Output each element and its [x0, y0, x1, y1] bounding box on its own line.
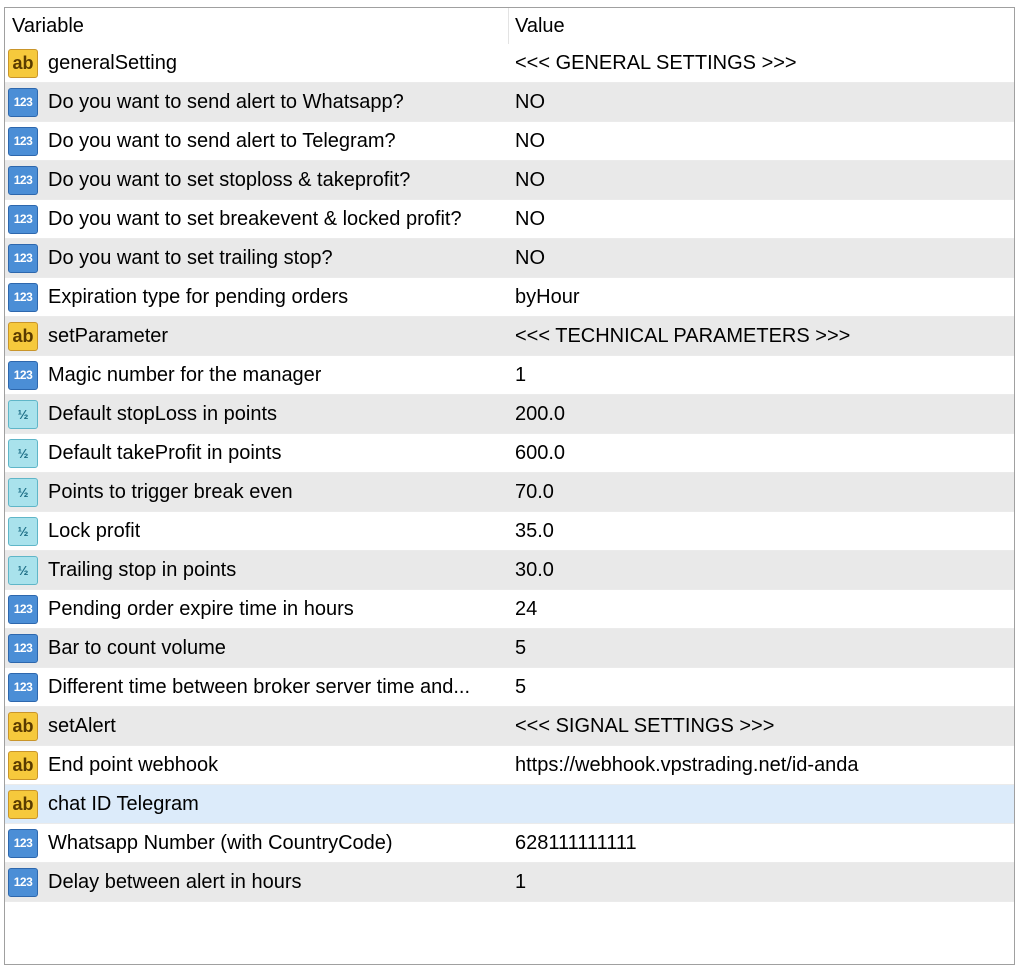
table-row[interactable]: 123 Expiration type for pending orders byH… [5, 278, 1014, 317]
variable-value[interactable]: 5 [515, 668, 526, 706]
table-row[interactable]: 123 Pending order expire time in hours 24 [5, 590, 1014, 629]
variable-name: Default takeProfit in points [48, 442, 282, 464]
variable-name: Bar to count volume [48, 637, 226, 659]
variable-value[interactable]: 1 [515, 356, 526, 394]
variable-value[interactable]: 628111111111 [515, 824, 637, 862]
double-type-icon: ½ [8, 439, 38, 468]
variable-name: Whatsapp Number (with CountryCode) [48, 832, 393, 854]
table-row[interactable]: 123 Magic number for the manager 1 [5, 356, 1014, 395]
variable-value[interactable]: 70.0 [515, 473, 554, 511]
integer-type-icon: 123 [8, 361, 38, 390]
table-row[interactable]: 123 Do you want to set trailing stop? NO [5, 239, 1014, 278]
string-type-icon: ab [8, 790, 38, 819]
string-type-icon: ab [8, 49, 38, 78]
integer-type-icon: 123 [8, 595, 38, 624]
grid-header: Variable Value [5, 8, 1014, 44]
variable-value[interactable]: NO [515, 83, 545, 121]
double-type-icon: ½ [8, 556, 38, 585]
variable-value[interactable]: 24 [515, 590, 537, 628]
integer-type-icon: 123 [8, 166, 38, 195]
variable-name: Expiration type for pending orders [48, 286, 349, 308]
variable-value[interactable]: 200.0 [515, 395, 565, 433]
variable-name: Lock profit [48, 520, 141, 542]
variable-name: Do you want to set trailing stop? [48, 247, 333, 269]
variable-name: setParameter [48, 325, 169, 347]
integer-type-icon: 123 [8, 283, 38, 312]
variable-name: Do you want to set stoploss & takeprofit… [48, 169, 411, 191]
variable-name: Default stopLoss in points [48, 403, 278, 425]
table-row[interactable]: ab End point webhook https://webhook.vpstr… [5, 746, 1014, 785]
integer-type-icon: 123 [8, 673, 38, 702]
variable-name: Delay between alert in hours [48, 871, 302, 893]
table-row[interactable]: 123 Whatsapp Number (with CountryCode) 628… [5, 824, 1014, 863]
double-type-icon: ½ [8, 478, 38, 507]
table-row[interactable]: ab chat ID Telegram [5, 785, 1014, 824]
variable-value[interactable]: NO [515, 122, 545, 160]
double-type-icon: ½ [8, 517, 38, 546]
variable-value[interactable]: <<< SIGNAL SETTINGS >>> [515, 707, 774, 745]
table-row[interactable]: ab setAlert <<< SIGNAL SETTINGS >>> [5, 707, 1014, 746]
variable-name: generalSetting [48, 52, 177, 74]
integer-type-icon: 123 [8, 829, 38, 858]
variable-name: Points to trigger break even [48, 481, 293, 503]
variable-value[interactable]: 35.0 [515, 512, 554, 550]
table-row[interactable]: ½ Lock profit 35.0 [5, 512, 1014, 551]
table-row[interactable]: 123 Bar to count volume 5 [5, 629, 1014, 668]
variable-value[interactable]: https://webhook.vpstrading.net/id-anda [515, 746, 859, 784]
table-row[interactable]: ½ Default takeProfit in points 600.0 [5, 434, 1014, 473]
table-row[interactable]: 123 Do you want to send alert to Telegram… [5, 122, 1014, 161]
variable-name: Do you want to set breakevent & locked p… [48, 208, 462, 230]
variable-value[interactable]: byHour [515, 278, 579, 316]
table-row[interactable]: ½ Points to trigger break even 70.0 [5, 473, 1014, 512]
variable-name: End point webhook [48, 754, 219, 776]
variable-value[interactable]: NO [515, 200, 545, 238]
double-type-icon: ½ [8, 400, 38, 429]
column-header-variable[interactable]: Variable [12, 8, 84, 44]
variable-value[interactable]: NO [515, 161, 545, 199]
table-row[interactable]: 123 Do you want to set stoploss & takepro… [5, 161, 1014, 200]
variable-value[interactable]: 5 [515, 629, 526, 667]
integer-type-icon: 123 [8, 244, 38, 273]
string-type-icon: ab [8, 322, 38, 351]
grid-rows: ab generalSetting <<< GENERAL SETTINGS >>>… [5, 44, 1014, 902]
variable-name: Do you want to send alert to Telegram? [48, 130, 396, 152]
table-row[interactable]: 123 Do you want to set breakevent & locke… [5, 200, 1014, 239]
variable-name: Magic number for the manager [48, 364, 322, 386]
table-row[interactable]: ab generalSetting <<< GENERAL SETTINGS >>> [5, 44, 1014, 83]
table-row[interactable]: ½ Trailing stop in points 30.0 [5, 551, 1014, 590]
variable-name: Do you want to send alert to Whatsapp? [48, 91, 404, 113]
variable-value[interactable]: 30.0 [515, 551, 554, 589]
table-row[interactable]: 123 Do you want to send alert to Whatsapp… [5, 83, 1014, 122]
table-row[interactable]: ab setParameter <<< TECHNICAL PARAMETERS >… [5, 317, 1014, 356]
integer-type-icon: 123 [8, 127, 38, 156]
variable-name: setAlert [48, 715, 116, 737]
variable-value[interactable]: <<< GENERAL SETTINGS >>> [515, 44, 797, 82]
table-row[interactable]: ½ Default stopLoss in points 200.0 [5, 395, 1014, 434]
integer-type-icon: 123 [8, 88, 38, 117]
integer-type-icon: 123 [8, 868, 38, 897]
table-row[interactable]: 123 Different time between broker server … [5, 668, 1014, 707]
inputs-grid: Variable Value ab generalSetting <<< GENER… [4, 7, 1015, 965]
variable-name: chat ID Telegram [48, 793, 199, 815]
variable-value[interactable]: <<< TECHNICAL PARAMETERS >>> [515, 317, 850, 355]
string-type-icon: ab [8, 712, 38, 741]
integer-type-icon: 123 [8, 634, 38, 663]
integer-type-icon: 123 [8, 205, 38, 234]
variable-name: Different time between broker server tim… [48, 676, 471, 698]
variable-name: Pending order expire time in hours [48, 598, 354, 620]
string-type-icon: ab [8, 751, 38, 780]
variable-value[interactable]: 600.0 [515, 434, 565, 472]
variable-value[interactable]: 1 [515, 863, 526, 901]
column-header-value[interactable]: Value [515, 8, 565, 44]
variable-name: Trailing stop in points [48, 559, 237, 581]
table-row[interactable]: 123 Delay between alert in hours 1 [5, 863, 1014, 902]
variable-value[interactable]: NO [515, 239, 545, 277]
